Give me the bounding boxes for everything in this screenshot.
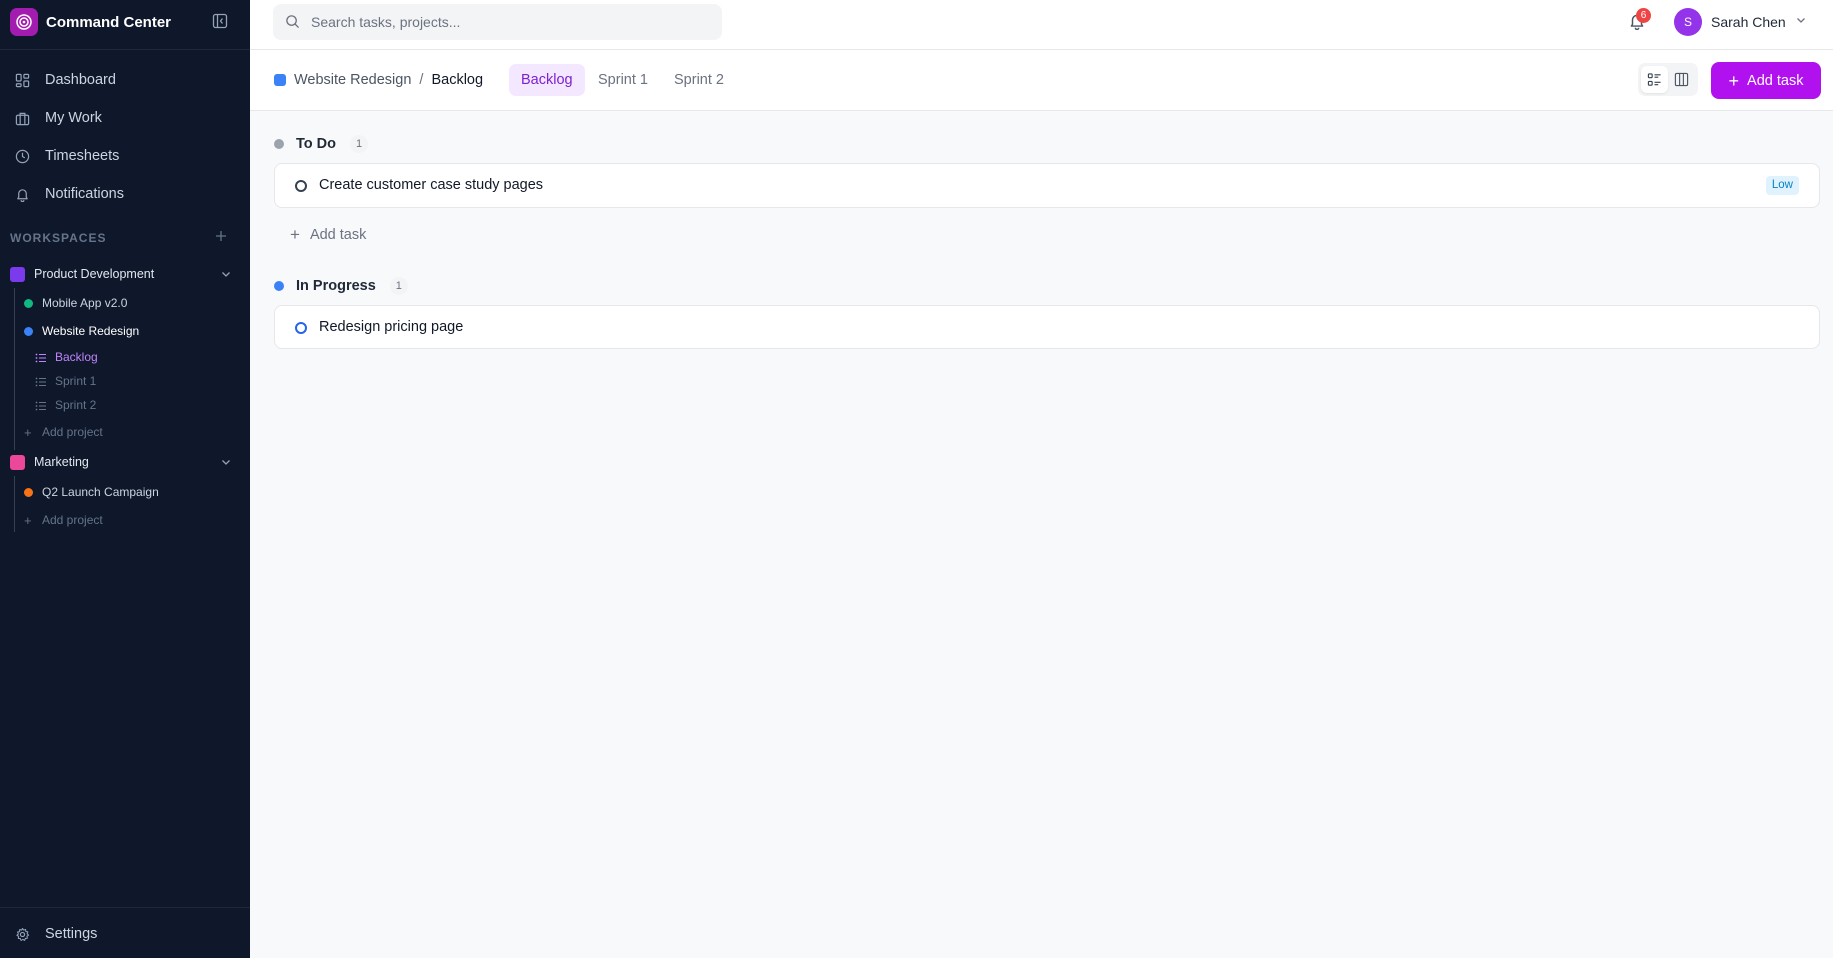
topbar: 6 S Sarah Chen xyxy=(250,0,1833,50)
add-workspace-icon[interactable] xyxy=(214,229,232,247)
chevron-down-icon[interactable] xyxy=(220,267,234,281)
board-view-icon[interactable] xyxy=(1668,66,1695,93)
brand: Command Center xyxy=(0,0,250,50)
add-project-label: Add project xyxy=(42,425,103,439)
project-name: Q2 Launch Campaign xyxy=(42,485,159,499)
project-color-dot xyxy=(24,487,33,497)
workspace-marketing[interactable]: Marketing xyxy=(10,450,240,474)
workspace-product-development[interactable]: Product Development xyxy=(10,262,240,286)
nav-label: My Work xyxy=(45,110,102,126)
add-project-button[interactable]: + Add project xyxy=(24,510,224,530)
sidebar: Command Center Dashboard My Work Timeshe… xyxy=(0,0,250,958)
user-name: Sarah Chen xyxy=(1711,14,1786,30)
task-status-circle-icon[interactable] xyxy=(295,180,307,192)
plus-icon: + xyxy=(24,512,32,528)
logo-icon xyxy=(10,8,38,36)
list-icon xyxy=(35,399,47,411)
tab-backlog[interactable]: Backlog xyxy=(509,64,585,96)
nav-label: Dashboard xyxy=(45,72,116,88)
priority-badge: Low xyxy=(1765,176,1799,195)
tab-sprint-1[interactable]: Sprint 1 xyxy=(586,64,660,96)
nav-timesheets[interactable]: Timesheets xyxy=(10,141,240,171)
list-label: Backlog xyxy=(55,350,98,364)
plus-icon: + xyxy=(1728,70,1740,91)
notification-count-badge: 6 xyxy=(1636,8,1651,23)
workspace-name: Marketing xyxy=(34,455,89,469)
project-name: Mobile App v2.0 xyxy=(42,296,128,310)
task-status-circle-icon[interactable] xyxy=(295,322,307,334)
add-project-label: Add project xyxy=(42,513,103,527)
add-task-inline-button[interactable]: + Add task xyxy=(290,224,366,246)
chevron-down-icon xyxy=(1795,13,1807,31)
list-sprint-2[interactable]: Sprint 2 xyxy=(35,394,235,416)
group-header-todo[interactable]: To Do 1 xyxy=(274,134,368,154)
clock-icon xyxy=(13,147,31,165)
plus-icon: + xyxy=(24,424,32,440)
workspaces-header: WORKSPACES xyxy=(10,231,107,245)
briefcase-icon xyxy=(13,109,31,127)
project-mobile-app[interactable]: Mobile App v2.0 xyxy=(24,292,234,314)
search-input[interactable] xyxy=(309,13,709,31)
chevron-down-icon[interactable] xyxy=(220,455,234,469)
add-task-inline-label: Add task xyxy=(309,227,367,243)
nav-label: Notifications xyxy=(45,186,124,202)
list-icon xyxy=(35,351,47,363)
list-icon xyxy=(35,375,47,387)
task-title: Redesign pricing page xyxy=(319,319,464,335)
gear-icon xyxy=(13,925,31,943)
list-label: Sprint 2 xyxy=(55,398,97,412)
avatar: S xyxy=(1674,8,1702,36)
project-website-redesign[interactable]: Website Redesign xyxy=(24,320,234,342)
group-count-badge: 1 xyxy=(350,135,368,153)
plus-icon: + xyxy=(290,225,300,244)
add-task-label: Add task xyxy=(1747,72,1804,89)
tab-sprint-2[interactable]: Sprint 2 xyxy=(662,64,736,96)
status-dot xyxy=(274,139,284,149)
nav-dashboard[interactable]: Dashboard xyxy=(10,65,240,95)
list-view-icon[interactable] xyxy=(1641,66,1668,93)
sidebar-footer: Settings xyxy=(0,907,250,958)
nav-notifications[interactable]: Notifications xyxy=(10,179,240,209)
list-backlog[interactable]: Backlog xyxy=(35,346,235,368)
subheader: Website Redesign / Backlog Backlog Sprin… xyxy=(250,50,1833,111)
list-label: Sprint 1 xyxy=(55,374,97,388)
project-name: Website Redesign xyxy=(42,324,140,338)
list-sprint-1[interactable]: Sprint 1 xyxy=(35,370,235,392)
nav-settings[interactable]: Settings xyxy=(10,919,240,949)
view-toggle xyxy=(1638,63,1698,96)
app-title: Command Center xyxy=(46,14,172,31)
nav-my-work[interactable]: My Work xyxy=(10,103,240,133)
tree-line xyxy=(14,288,15,450)
tree-line xyxy=(14,476,15,532)
project-color-dot xyxy=(24,298,33,308)
project-color-dot xyxy=(24,326,33,336)
search-icon xyxy=(285,14,301,30)
search-box[interactable] xyxy=(273,4,722,40)
breadcrumb-separator: / xyxy=(419,72,424,88)
user-menu[interactable]: S Sarah Chen xyxy=(1674,7,1807,37)
task-row[interactable]: Create customer case study pages Low xyxy=(274,163,1820,208)
group-header-in-progress[interactable]: In Progress 1 xyxy=(274,276,408,296)
project-q2-launch-campaign[interactable]: Q2 Launch Campaign xyxy=(24,481,234,503)
collapse-sidebar-icon[interactable] xyxy=(212,13,230,31)
dashboard-icon xyxy=(13,71,31,89)
add-project-button[interactable]: + Add project xyxy=(24,422,224,442)
task-title: Create customer case study pages xyxy=(319,177,544,193)
group-count-badge: 1 xyxy=(389,277,408,295)
project-color-dot xyxy=(274,74,286,86)
breadcrumb-current: Backlog xyxy=(431,72,484,88)
workspace-color-swatch xyxy=(10,454,25,470)
workspace-color-swatch xyxy=(10,266,25,282)
nav-label: Timesheets xyxy=(45,148,120,164)
add-task-button[interactable]: + Add task xyxy=(1711,62,1821,99)
status-dot xyxy=(274,281,284,291)
breadcrumb: Website Redesign / Backlog xyxy=(274,70,483,90)
group-title: To Do xyxy=(296,136,336,152)
nav-label: Settings xyxy=(45,926,98,942)
workspace-name: Product Development xyxy=(34,267,155,281)
group-title: In Progress xyxy=(296,278,376,294)
breadcrumb-project[interactable]: Website Redesign xyxy=(294,72,411,88)
bell-icon xyxy=(13,185,31,203)
task-row[interactable]: Redesign pricing page xyxy=(274,305,1820,349)
